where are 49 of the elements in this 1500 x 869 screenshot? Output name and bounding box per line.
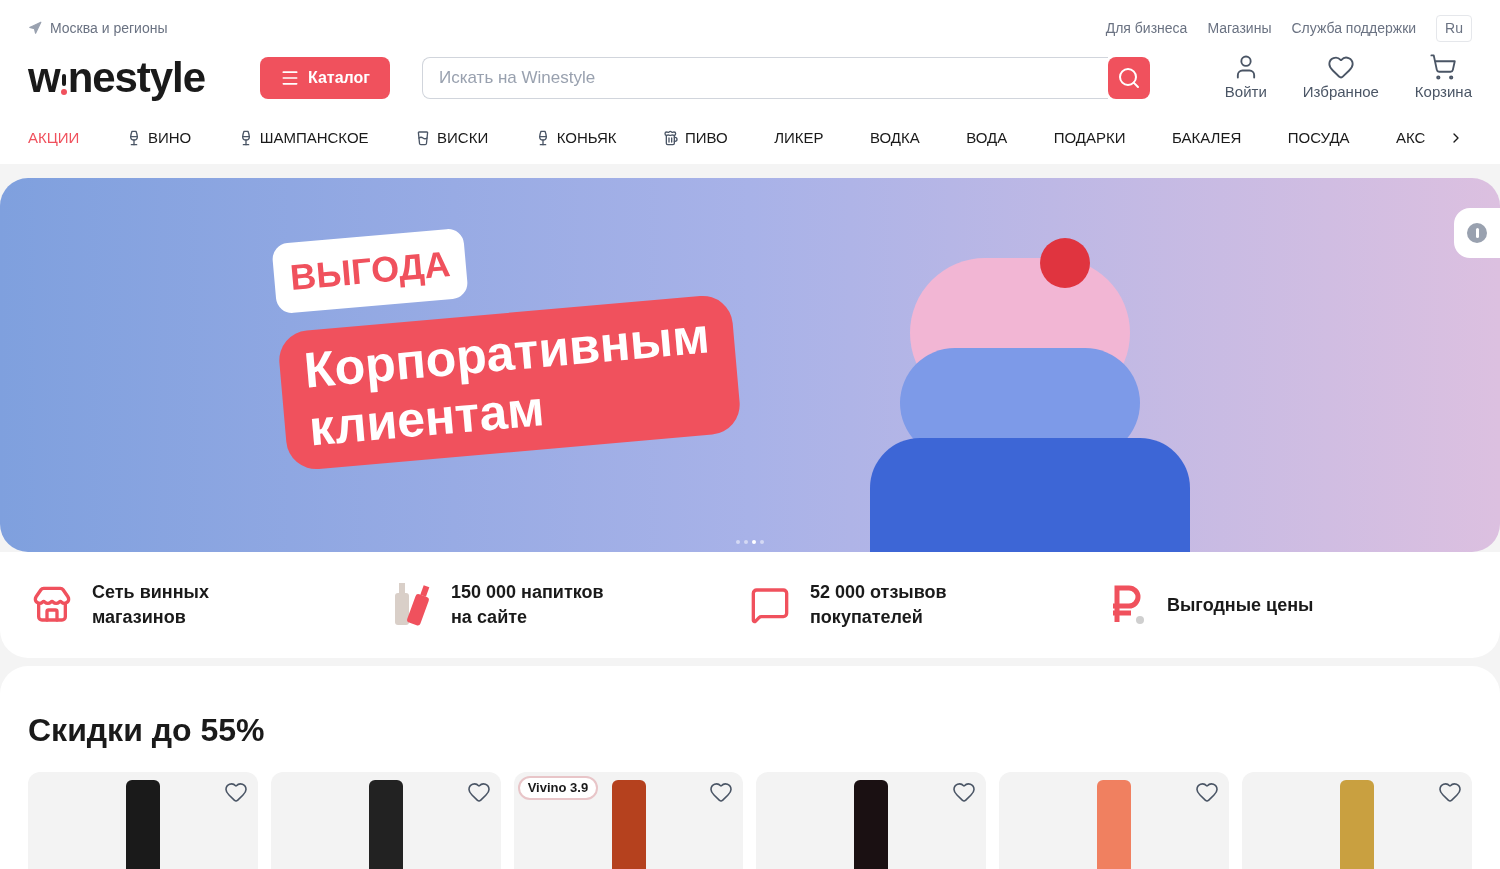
product-card[interactable] bbox=[270, 772, 501, 869]
top-link[interactable]: Служба поддержки bbox=[1291, 17, 1417, 39]
category-link[interactable]: ЛИКЕР bbox=[774, 126, 824, 150]
feature-text: Выгодные цены bbox=[1167, 593, 1314, 617]
feature-text: 150 000 напитков на сайте bbox=[451, 581, 604, 629]
header-action[interactable]: Корзина bbox=[1414, 52, 1472, 104]
category-link[interactable]: АКС bbox=[1396, 126, 1426, 150]
search-field[interactable]: Искать на Winestyle bbox=[422, 57, 1108, 99]
menu-icon bbox=[280, 68, 300, 88]
chat-icon bbox=[750, 585, 790, 625]
category-link[interactable]: ПИВО bbox=[662, 126, 728, 150]
favorite-icon[interactable] bbox=[952, 780, 977, 804]
header-action[interactable]: Войти bbox=[1224, 52, 1267, 104]
logo-mark-icon bbox=[60, 74, 67, 95]
store-icon bbox=[32, 585, 72, 625]
logo[interactable]: w nestyle bbox=[28, 57, 236, 99]
favorite-icon[interactable] bbox=[1195, 780, 1220, 804]
beer-mug-icon bbox=[662, 130, 679, 146]
location-arrow-icon bbox=[28, 21, 42, 35]
header-action[interactable]: Избранное bbox=[1302, 52, 1379, 104]
product-card[interactable]: Vivino 3.9 bbox=[513, 772, 744, 869]
language-button[interactable]: Ru bbox=[1436, 14, 1472, 42]
product-card[interactable] bbox=[756, 772, 987, 869]
category-link[interactable]: ВОДА bbox=[966, 126, 1008, 150]
category-link[interactable]: ШАМПАНСКОЕ bbox=[237, 126, 369, 150]
favorite-icon[interactable] bbox=[466, 780, 491, 804]
search-button[interactable] bbox=[1108, 57, 1150, 99]
feature-text: Сеть винных магазинов bbox=[92, 581, 209, 629]
cart-icon bbox=[1429, 52, 1458, 81]
feedback-tab[interactable] bbox=[1454, 208, 1500, 258]
category-link[interactable]: ВИСКИ bbox=[415, 126, 489, 150]
top-link[interactable]: Магазины bbox=[1207, 17, 1272, 39]
section-title: Скидки до 55% bbox=[28, 711, 266, 750]
favorite-icon[interactable] bbox=[223, 780, 248, 804]
feature-text: 52 000 отзывов покупателей bbox=[810, 581, 947, 629]
favorite-icon[interactable] bbox=[709, 780, 734, 804]
top-link[interactable]: Для бизнеса bbox=[1105, 17, 1188, 39]
region-link[interactable]: Москва и регионы bbox=[50, 17, 168, 39]
category-link[interactable]: КОНЬЯК bbox=[534, 126, 617, 150]
search-icon bbox=[1117, 66, 1141, 90]
favorite-icon[interactable] bbox=[1438, 780, 1462, 804]
category-link[interactable]: ПОСУДА bbox=[1287, 126, 1350, 150]
alert-icon bbox=[1467, 223, 1487, 243]
category-link[interactable]: ВИНО bbox=[125, 126, 192, 150]
category-link[interactable]: ВОДКА bbox=[870, 126, 920, 150]
category-link[interactable]: БАКАЛЕЯ bbox=[1172, 126, 1242, 150]
category-link[interactable]: ПОДАРКИ bbox=[1053, 126, 1126, 150]
product-card[interactable] bbox=[28, 772, 258, 869]
rating-badge: Vivino 3.9 bbox=[517, 776, 599, 800]
